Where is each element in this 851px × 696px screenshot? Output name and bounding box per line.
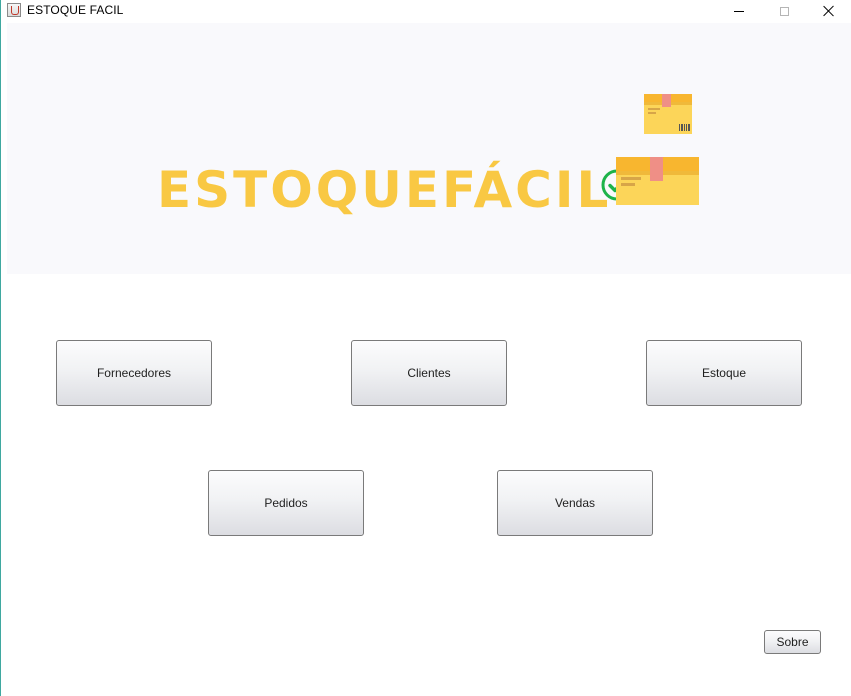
logo-text: ESTOQUEFÁCIL <box>157 161 612 219</box>
logo-banner: ESTOQUEFÁCIL <box>7 23 851 274</box>
pedidos-button[interactable]: Pedidos <box>208 470 364 536</box>
estoque-button[interactable]: Estoque <box>646 340 802 406</box>
minimize-button[interactable] <box>716 0 762 22</box>
title-bar[interactable]: ESTOQUE FACIL <box>1 0 851 22</box>
cardboard-boxes-icon <box>616 94 699 205</box>
sobre-button[interactable]: Sobre <box>764 630 821 654</box>
maximize-button[interactable] <box>761 0 807 22</box>
clientes-button[interactable]: Clientes <box>351 340 507 406</box>
close-icon <box>823 5 835 17</box>
java-cup-icon[interactable] <box>7 3 21 17</box>
minimize-icon <box>734 10 744 12</box>
fornecedores-button[interactable]: Fornecedores <box>56 340 212 406</box>
main-window: ESTOQUE FACIL ESTOQUEFÁCIL Fornecedores … <box>0 0 851 696</box>
maximize-icon <box>779 6 789 16</box>
window-title: ESTOQUE FACIL <box>27 3 124 17</box>
close-button[interactable] <box>806 0 851 22</box>
vendas-button[interactable]: Vendas <box>497 470 653 536</box>
